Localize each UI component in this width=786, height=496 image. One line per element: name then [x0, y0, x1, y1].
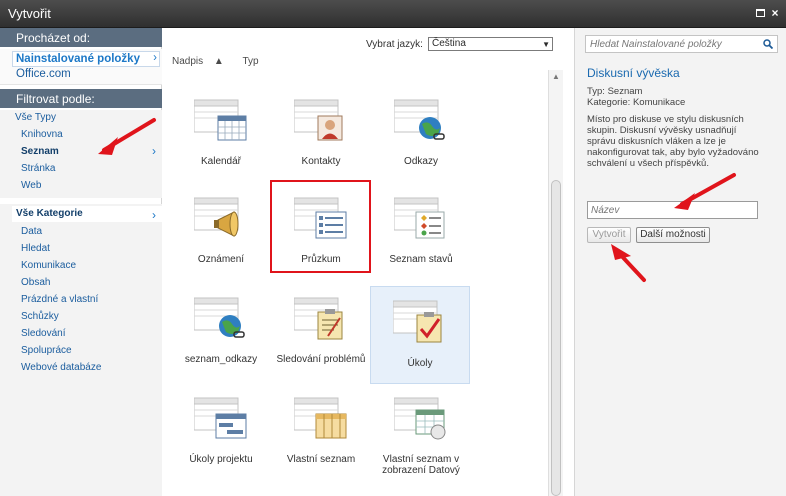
browse-installed-items[interactable]: Nainstalované položky ›: [12, 51, 160, 67]
tile-announcements[interactable]: Oznámení: [172, 184, 270, 280]
name-placeholder: Název: [591, 205, 620, 216]
details-type: Typ: Seznam: [587, 86, 643, 97]
gallery-scrollbar[interactable]: ▲: [548, 70, 563, 496]
create-button[interactable]: Vytvořit: [587, 227, 631, 243]
maximize-icon[interactable]: [754, 7, 766, 19]
sort-asc-icon: ▲: [213, 56, 224, 67]
category-all[interactable]: Vše Kategorie: [12, 206, 162, 222]
type-filter-list: Vše Typy Knihovna Seznam › Stránka Web: [0, 110, 162, 198]
search-placeholder: Hledat Nainstalované položky: [590, 39, 722, 50]
browse-list: Nainstalované položky › Office.com: [0, 49, 162, 85]
dialog-title: Vytvořit: [8, 6, 51, 21]
tile-label: Úkoly projektu: [189, 454, 253, 465]
tile-issue-tracking[interactable]: Sledování problémů: [272, 284, 370, 380]
tile-links-custom[interactable]: seznam_odkazy: [172, 284, 270, 380]
tasks-icon: [393, 300, 442, 343]
category-filter-list: Data Hledat Komunikace Obsah Prázdné a v…: [0, 204, 162, 496]
tile-label: Vlastní seznam v zobrazení Datový: [382, 454, 460, 476]
category-blank-custom[interactable]: Prázdné a vlastní: [21, 294, 98, 305]
sort-bar: Nadpis ▲ Typ: [172, 56, 267, 67]
chevron-right-icon: ›: [152, 144, 156, 158]
browse-office-com[interactable]: Office.com: [16, 68, 71, 80]
scroll-up-icon[interactable]: ▲: [549, 70, 563, 84]
type-all[interactable]: Vše Typy: [15, 112, 56, 123]
status-list-icon: [394, 197, 445, 239]
tile-label: Sledování problémů: [276, 354, 366, 365]
name-field[interactable]: Název: [587, 201, 758, 219]
browse-header: Procházet od:: [0, 28, 162, 47]
tile-status-list[interactable]: Seznam stavů: [372, 184, 470, 280]
chevron-right-icon: ›: [152, 208, 156, 222]
category-tracking[interactable]: Sledování: [21, 328, 65, 339]
custom-list-icon: [294, 397, 347, 439]
details-title: Diskusní vývěska: [587, 66, 680, 80]
sort-by-title[interactable]: Nadpis ▲: [172, 56, 232, 67]
template-gallery: Kalendář Kontakty Odkazy Oznámení Průzku…: [172, 70, 548, 496]
dropdown-arrow-icon: ▼: [542, 40, 550, 49]
links-icon: [194, 297, 245, 338]
tile-label: seznam_odkazy: [184, 354, 258, 365]
tile-calendar[interactable]: Kalendář: [172, 86, 270, 182]
language-label: Vybrat jazyk:: [366, 39, 423, 50]
tile-project-tasks[interactable]: Úkoly projektu: [172, 384, 270, 480]
calendar-icon: [194, 99, 247, 141]
type-list-selected[interactable]: Seznam: [21, 146, 59, 157]
sort-title-label: Nadpis: [172, 56, 204, 67]
details-description: Místo pro diskuse ve stylu diskusních sk…: [587, 114, 759, 169]
category-data[interactable]: Data: [21, 226, 42, 237]
tile-links[interactable]: Odkazy: [372, 86, 470, 182]
details-meta: Typ: Seznam Kategorie: Komunikace: [587, 86, 685, 108]
search-input[interactable]: Hledat Nainstalované položky: [585, 35, 778, 53]
tile-label: Úkoly: [407, 358, 433, 369]
type-library[interactable]: Knihovna: [21, 129, 63, 140]
details-panel: Hledat Nainstalované položky Diskusní vý…: [574, 28, 786, 496]
scroll-thumb[interactable]: [551, 180, 561, 496]
issue-tracking-icon: [294, 297, 343, 340]
search-icon[interactable]: [763, 39, 773, 49]
tile-tasks[interactable]: Úkoly: [370, 286, 470, 384]
datasheet-list-icon: [394, 397, 446, 440]
close-icon[interactable]: ×: [769, 7, 781, 19]
dialog-titlebar: Vytvořit ×: [0, 0, 786, 28]
tile-label: Seznam stavů: [389, 254, 453, 265]
category-search[interactable]: Hledat: [21, 243, 50, 254]
sort-by-type[interactable]: Typ: [242, 56, 258, 67]
tile-label: Kalendář: [200, 156, 242, 167]
category-web-databases[interactable]: Webové databáze: [21, 362, 101, 373]
type-page[interactable]: Stránka: [21, 163, 55, 174]
category-content[interactable]: Obsah: [21, 277, 50, 288]
contacts-icon: [294, 99, 343, 141]
tile-label: Odkazy: [404, 156, 438, 167]
tile-label: Vlastní seznam: [286, 454, 356, 465]
tile-label: Kontakty: [301, 156, 341, 167]
more-options-button[interactable]: Další možnosti: [636, 227, 710, 243]
category-collaboration[interactable]: Spolupráce: [21, 345, 72, 356]
category-meetings[interactable]: Schůzky: [21, 311, 59, 322]
type-web[interactable]: Web: [21, 180, 41, 191]
announcement-icon: [194, 197, 239, 237]
tile-custom-list[interactable]: Vlastní seznam: [272, 384, 370, 480]
highlight-box: [270, 180, 371, 273]
category-all-label: Vše Kategorie: [16, 208, 83, 219]
language-value: Čeština: [432, 38, 466, 49]
tile-datasheet-list[interactable]: Vlastní seznam v zobrazení Datový: [372, 384, 470, 480]
browse-installed-label: Nainstalované položky: [16, 53, 140, 65]
category-communication[interactable]: Komunikace: [21, 260, 76, 271]
language-select[interactable]: Čeština ▼: [428, 37, 553, 51]
chevron-right-icon: ›: [153, 52, 157, 64]
project-tasks-icon: [194, 397, 247, 439]
tile-label: Oznámení: [197, 254, 245, 265]
links-icon: [394, 99, 445, 140]
left-filter-panel: Procházet od: Nainstalované položky › Of…: [0, 28, 162, 496]
tile-contacts[interactable]: Kontakty: [272, 86, 370, 182]
details-category: Kategorie: Komunikace: [587, 97, 686, 108]
filter-header: Filtrovat podle:: [0, 89, 162, 108]
